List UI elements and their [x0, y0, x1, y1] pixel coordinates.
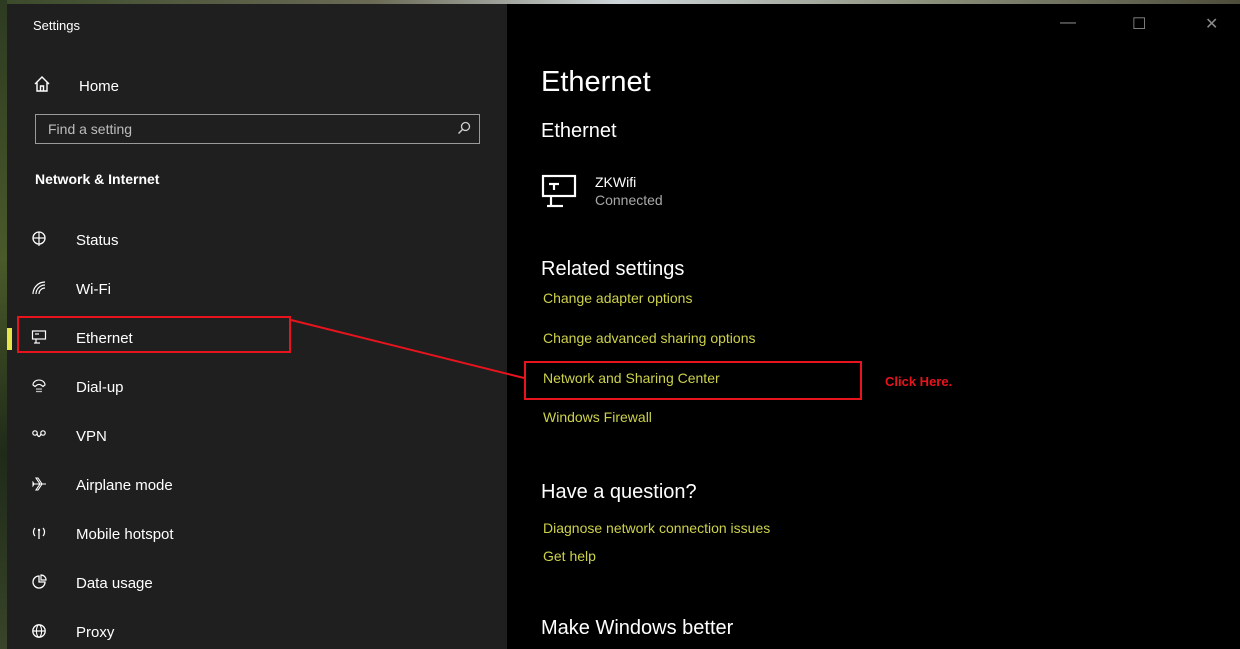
annotation-connector [290, 319, 525, 379]
